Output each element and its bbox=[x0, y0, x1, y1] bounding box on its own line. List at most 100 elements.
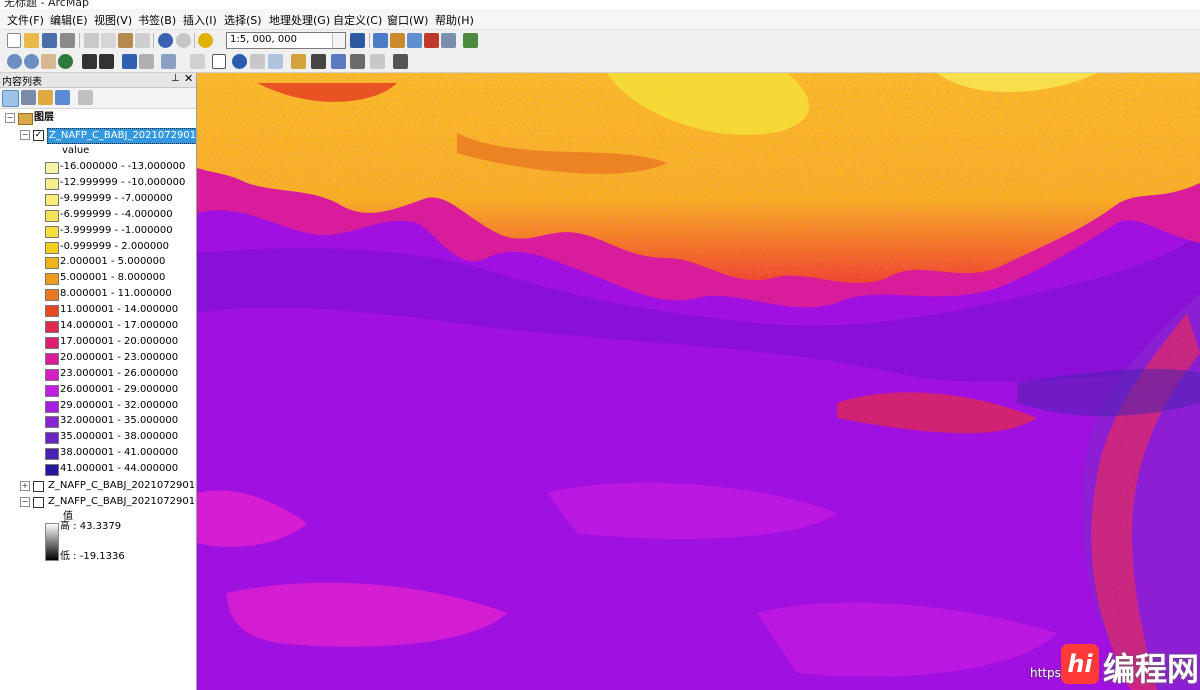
print-icon[interactable] bbox=[60, 33, 75, 48]
menu-windows[interactable]: 窗口(W) bbox=[387, 12, 428, 28]
legend-color-swatch[interactable] bbox=[45, 352, 59, 365]
hyperlink-icon[interactable] bbox=[250, 54, 265, 69]
save-icon[interactable] bbox=[42, 33, 57, 48]
undo-icon[interactable] bbox=[158, 33, 173, 48]
legend-color-swatch[interactable] bbox=[45, 384, 59, 397]
legend-class-row[interactable]: 38.000001 - 41.000000 bbox=[0, 445, 196, 461]
legend-class-row[interactable]: -9.999999 - -7.000000 bbox=[0, 191, 196, 207]
legend-color-swatch[interactable] bbox=[45, 241, 59, 254]
close-icon[interactable]: ✕ bbox=[184, 72, 193, 85]
legend-color-swatch[interactable] bbox=[45, 177, 59, 190]
list-by-selection-icon[interactable] bbox=[55, 90, 70, 105]
layer-name[interactable]: Z_NAFP_C_BABJ_2021072901000 bbox=[48, 494, 196, 510]
collapse-icon[interactable]: − bbox=[5, 113, 15, 123]
back-arrow-icon[interactable] bbox=[122, 54, 137, 69]
zoom-in-icon[interactable] bbox=[7, 54, 22, 69]
editor-toolbar-icon[interactable] bbox=[350, 33, 365, 48]
legend-color-swatch[interactable] bbox=[45, 368, 59, 381]
create-viewer-window-icon[interactable] bbox=[393, 54, 408, 69]
legend-color-swatch[interactable] bbox=[45, 448, 59, 461]
legend-class-row[interactable]: 41.000001 - 44.000000 bbox=[0, 461, 196, 477]
layer-row[interactable]: − Z_NAFP_C_BABJ_2021072901000 bbox=[0, 494, 196, 510]
legend-class-row[interactable]: -3.999999 - -1.000000 bbox=[0, 223, 196, 239]
fixed-zoom-out-icon[interactable] bbox=[99, 54, 114, 69]
layer-visibility-checkbox[interactable] bbox=[33, 481, 44, 492]
legend-class-row[interactable]: 26.000001 - 29.000000 bbox=[0, 382, 196, 398]
time-slider-icon[interactable] bbox=[370, 54, 385, 69]
select-features-icon[interactable] bbox=[161, 54, 176, 69]
legend-color-swatch[interactable] bbox=[45, 305, 59, 318]
legend-class-row[interactable]: -6.999999 - -4.000000 bbox=[0, 207, 196, 223]
layer-row[interactable]: − ✓ Z_NAFP_C_BABJ_2021072901002 bbox=[0, 127, 196, 144]
table-of-contents-icon[interactable] bbox=[373, 33, 388, 48]
legend-class-row[interactable]: 23.000001 - 26.000000 bbox=[0, 366, 196, 382]
full-extent-icon[interactable] bbox=[58, 54, 73, 69]
legend-color-swatch[interactable] bbox=[45, 321, 59, 333]
legend-color-swatch[interactable] bbox=[45, 162, 59, 174]
legend-class-row[interactable]: 11.000001 - 14.000000 bbox=[0, 302, 196, 318]
catalog-icon[interactable] bbox=[390, 33, 405, 48]
legend-class-row[interactable]: -0.999999 - 2.000000 bbox=[0, 239, 196, 255]
layers-root-row[interactable]: − 图层 bbox=[0, 110, 196, 126]
legend-color-swatch[interactable] bbox=[45, 464, 59, 477]
search-window-icon[interactable] bbox=[407, 33, 422, 48]
paste-icon[interactable] bbox=[118, 33, 133, 48]
legend-class-row[interactable]: 5.000001 - 8.000000 bbox=[0, 270, 196, 286]
delete-icon[interactable] bbox=[135, 33, 150, 48]
model-builder-icon[interactable] bbox=[463, 33, 478, 48]
new-document-icon[interactable] bbox=[7, 33, 21, 48]
menu-insert[interactable]: 插入(I) bbox=[183, 12, 217, 28]
chevron-down-icon[interactable] bbox=[332, 33, 345, 48]
clear-selection-icon[interactable] bbox=[190, 54, 205, 69]
legend-class-row[interactable]: -12.999999 - -10.000000 bbox=[0, 175, 196, 191]
legend-color-swatch[interactable] bbox=[45, 193, 59, 206]
menu-view[interactable]: 视图(V) bbox=[94, 12, 132, 28]
menu-help[interactable]: 帮助(H) bbox=[435, 12, 474, 28]
go-to-xy-icon[interactable] bbox=[350, 54, 365, 69]
copy-icon[interactable] bbox=[101, 33, 116, 48]
legend-color-swatch[interactable] bbox=[45, 416, 59, 429]
legend-color-swatch[interactable] bbox=[45, 289, 59, 302]
legend-class-row[interactable]: 17.000001 - 20.000000 bbox=[0, 334, 196, 350]
menu-geoprocessing[interactable]: 地理处理(G) bbox=[269, 12, 330, 28]
menu-edit[interactable]: 编辑(E) bbox=[50, 12, 88, 28]
arctoolbox-icon[interactable] bbox=[424, 33, 439, 48]
menu-file[interactable]: 文件(F) bbox=[7, 12, 44, 28]
legend-class-row[interactable]: 8.000001 - 11.000000 bbox=[0, 286, 196, 302]
legend-class-row[interactable]: 29.000001 - 32.000000 bbox=[0, 398, 196, 414]
find-route-icon[interactable] bbox=[331, 54, 346, 69]
layer-name[interactable]: Z_NAFP_C_BABJ_2021072901000 bbox=[48, 478, 196, 494]
legend-color-swatch[interactable] bbox=[45, 225, 59, 238]
expand-icon[interactable]: + bbox=[20, 481, 30, 491]
python-window-icon[interactable] bbox=[441, 33, 456, 48]
pan-hand-icon[interactable] bbox=[41, 54, 56, 69]
map-display[interactable] bbox=[197, 73, 1200, 690]
legend-color-swatch[interactable] bbox=[45, 273, 59, 286]
find-binoculars-icon[interactable] bbox=[311, 54, 326, 69]
legend-class-row[interactable]: -16.000000 - -13.000000 bbox=[0, 159, 196, 175]
legend-class-row[interactable]: 20.000001 - 23.000000 bbox=[0, 350, 196, 366]
map-scale-combobox[interactable]: 1:5, 000, 000 bbox=[226, 32, 346, 49]
select-elements-icon[interactable] bbox=[212, 54, 226, 69]
collapse-icon[interactable]: − bbox=[20, 130, 30, 140]
layer-visibility-checkbox[interactable] bbox=[33, 497, 44, 508]
legend-color-swatch[interactable] bbox=[45, 400, 59, 413]
measure-icon[interactable] bbox=[291, 54, 306, 69]
identify-icon[interactable] bbox=[232, 54, 247, 69]
layer-name-selected[interactable]: Z_NAFP_C_BABJ_2021072901002 bbox=[47, 128, 196, 144]
fixed-zoom-in-icon[interactable] bbox=[82, 54, 97, 69]
raster-map[interactable] bbox=[197, 73, 1200, 690]
cut-icon[interactable] bbox=[84, 33, 99, 48]
add-data-icon[interactable] bbox=[198, 33, 213, 48]
legend-color-swatch[interactable] bbox=[45, 432, 59, 445]
legend-class-row[interactable]: 32.000001 - 35.000000 bbox=[0, 413, 196, 429]
list-by-visibility-icon[interactable] bbox=[38, 90, 53, 105]
open-folder-icon[interactable] bbox=[24, 33, 39, 48]
legend-color-swatch[interactable] bbox=[45, 209, 59, 222]
options-icon[interactable] bbox=[78, 90, 93, 105]
legend-class-row[interactable]: 2.000001 - 5.000000 bbox=[0, 254, 196, 270]
legend-color-swatch[interactable] bbox=[45, 336, 59, 349]
layer-visibility-checkbox[interactable]: ✓ bbox=[33, 130, 44, 141]
redo-icon[interactable] bbox=[176, 33, 191, 48]
menu-bookmarks[interactable]: 书签(B) bbox=[138, 12, 176, 28]
